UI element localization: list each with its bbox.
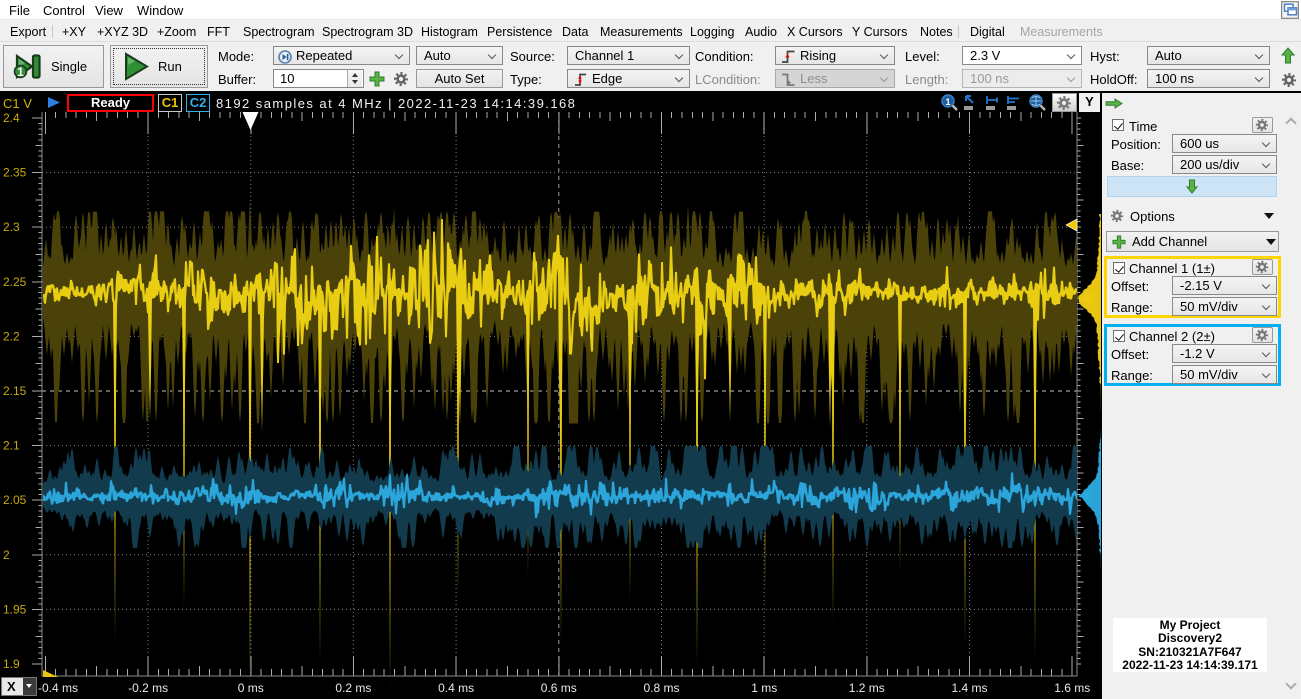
svg-text:1.6 ms: 1.6 ms (1054, 681, 1090, 695)
svg-text:2.25: 2.25 (3, 275, 27, 289)
svg-text:2.35: 2.35 (3, 166, 27, 180)
svg-text:1.9: 1.9 (3, 657, 20, 671)
svg-text:2.05: 2.05 (3, 493, 27, 507)
svg-text:1.4 ms: 1.4 ms (951, 681, 987, 695)
svg-text:-0.2 ms: -0.2 ms (128, 681, 168, 695)
svg-text:2.15: 2.15 (3, 384, 27, 398)
svg-text:-0.4 ms: -0.4 ms (38, 681, 78, 695)
svg-text:0.2 ms: 0.2 ms (335, 681, 371, 695)
svg-text:1.2 ms: 1.2 ms (849, 681, 885, 695)
svg-text:1: 1 (17, 65, 24, 79)
svg-text:0.8 ms: 0.8 ms (643, 681, 679, 695)
svg-text:0.6 ms: 0.6 ms (541, 681, 577, 695)
svg-text:1 ms: 1 ms (751, 681, 777, 695)
svg-text:2: 2 (3, 548, 10, 562)
svg-text:2.1: 2.1 (3, 439, 20, 453)
svg-text:0 ms: 0 ms (238, 681, 264, 695)
svg-text:1.95: 1.95 (3, 602, 27, 616)
svg-text:2.4: 2.4 (3, 111, 20, 125)
svg-text:2.3: 2.3 (3, 220, 20, 234)
svg-text:0.4 ms: 0.4 ms (438, 681, 474, 695)
svg-text:2.2: 2.2 (3, 329, 20, 343)
